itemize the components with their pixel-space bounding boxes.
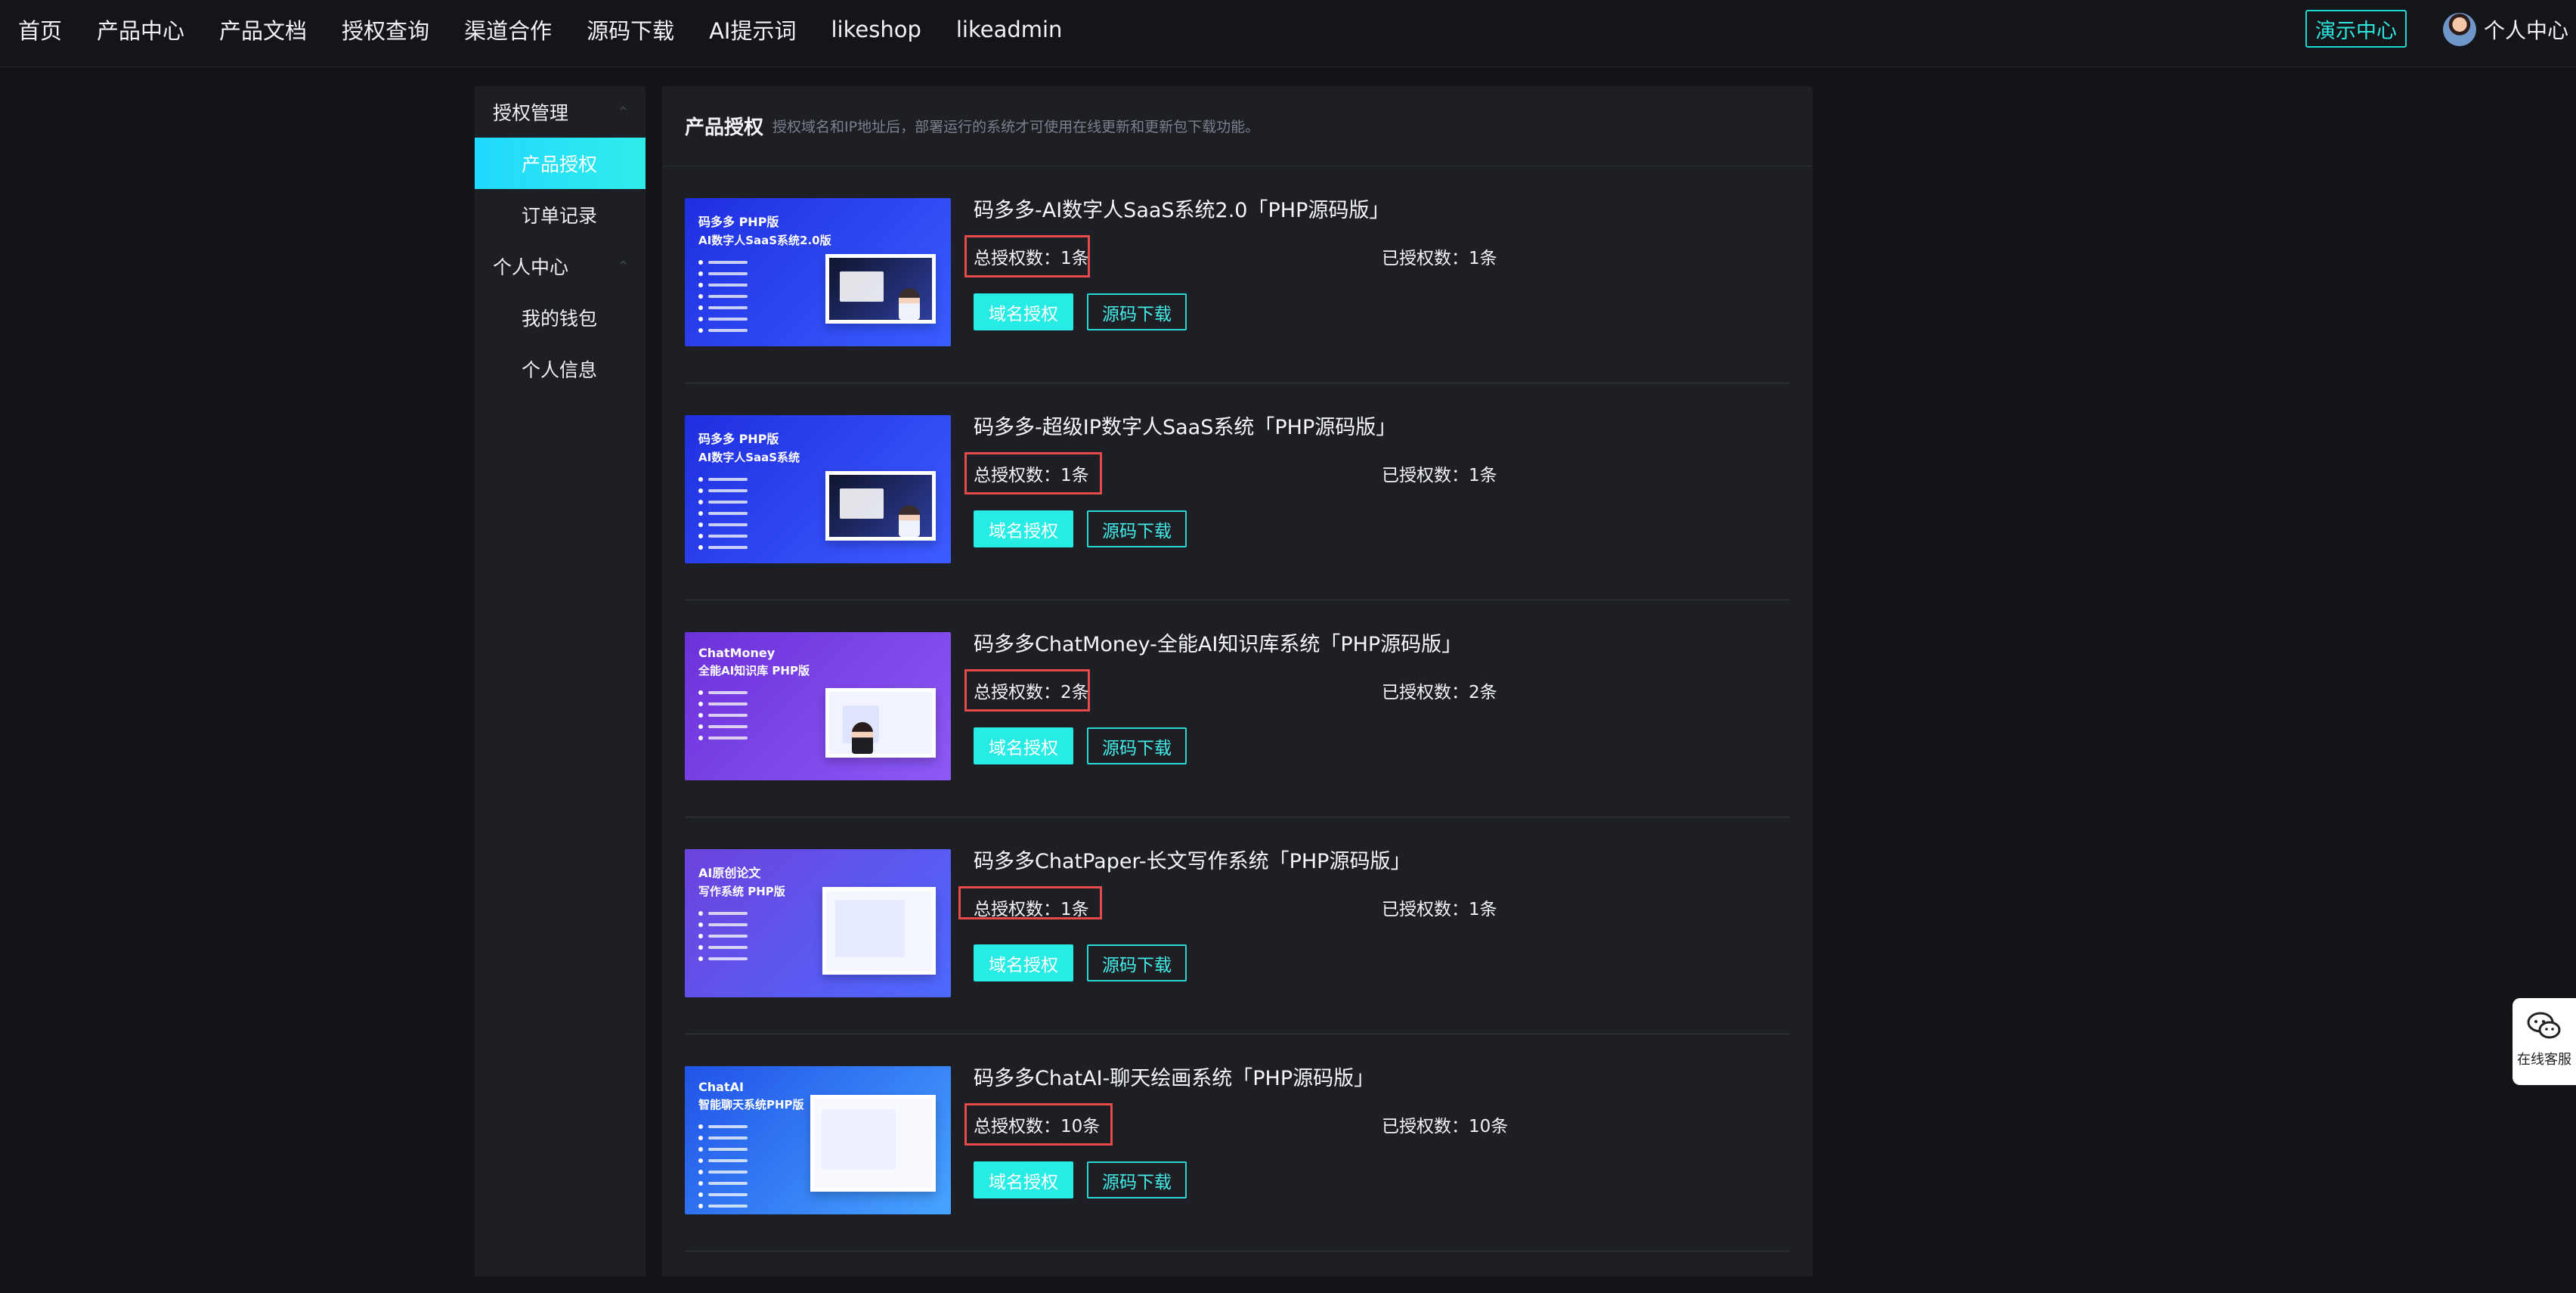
nav-product-docs[interactable]: 产品文档 xyxy=(219,14,307,45)
product-title: 码多多ChatAI-聊天绘画系统「PHP源码版」 xyxy=(974,1067,1375,1090)
domain-auth-button[interactable]: 域名授权 xyxy=(974,1161,1073,1198)
thumbnail-copy: AI原创论文 写作系统 PHP版 xyxy=(698,863,827,963)
thumbnail-feature-list xyxy=(698,688,827,743)
product-info: 码多多ChatAI-聊天绘画系统「PHP源码版」 总授权数：10条 已授权数：1… xyxy=(964,1034,1790,1251)
thumbnail-subtitle: AI数字人SaaS系统2.0版 xyxy=(698,234,831,247)
thumbnail-screen-mockup xyxy=(825,254,936,324)
total-auth-count: 总授权数：1条 xyxy=(974,900,1089,919)
sidebar-group-personal-center[interactable]: 个人中心 ⌃ xyxy=(475,240,646,292)
product-card: 码多多 PHP版 AI数字人SaaS系统2.0版 码多多-AI数字人SaaS系统… xyxy=(685,166,1790,383)
authorized-count: 已授权数：10条 xyxy=(1382,1117,1509,1136)
product-thumbnail[interactable]: ChatMoney 全能AI知识库 PHP版 xyxy=(685,632,951,780)
product-info: 码多多-超级IP数字人SaaS系统「PHP源码版」 总授权数：1条 已授权数：1… xyxy=(964,383,1790,600)
sidebar: 授权管理 ⌃ 产品授权 订单记录 个人中心 ⌃ 我的钱包 个人信息 xyxy=(475,86,646,1276)
thumbnail-screen-mockup xyxy=(825,688,936,758)
thumbnail-subtitle: 智能聊天系统PHP版 xyxy=(698,1098,804,1112)
source-download-button[interactable]: 源码下载 xyxy=(1087,510,1187,547)
nav-ai-prompts[interactable]: AI提示词 xyxy=(709,14,796,45)
thumbnail-copy: 码多多 PHP版 AI数字人SaaS系统2.0版 xyxy=(698,212,831,335)
thumbnail-feature-list xyxy=(698,258,827,335)
product-thumbnail[interactable]: 码多多 PHP版 AI数字人SaaS系统 xyxy=(685,415,951,563)
authorized-count: 已授权数：2条 xyxy=(1382,683,1497,702)
nav-license-query[interactable]: 授权查询 xyxy=(342,14,429,45)
product-thumbnail[interactable]: 码多多 PHP版 AI数字人SaaS系统2.0版 xyxy=(685,198,951,346)
sidebar-group-label: 授权管理 xyxy=(493,102,569,124)
top-navigation-bar: 首页 产品中心 产品文档 授权查询 渠道合作 源码下载 AI提示词 likesh… xyxy=(0,0,2576,67)
thumbnail-subtitle: AI数字人SaaS系统 xyxy=(698,451,800,464)
total-auth-count: 总授权数：10条 xyxy=(974,1117,1101,1136)
demo-center-button[interactable]: 演示中心 xyxy=(2305,10,2407,48)
nav-likeadmin[interactable]: likeadmin xyxy=(956,17,1063,42)
thumbnail-feature-list xyxy=(698,475,827,552)
source-download-button[interactable]: 源码下载 xyxy=(1087,727,1187,764)
user-center-menu[interactable]: 个人中心 xyxy=(2443,11,2568,48)
chevron-up-icon: ⌃ xyxy=(617,104,629,120)
thumbnail-screen-mockup xyxy=(825,471,936,541)
product-card: ChatAI 智能聊天系统PHP版 码多多ChatAI-聊天绘画系统「PHP源码… xyxy=(685,1034,1790,1251)
product-license-panel: 产品授权 授权域名和IP地址后，部署运行的系统才可使用在线更新和更新包下载功能。… xyxy=(662,86,1813,1276)
product-title: 码多多ChatMoney-全能AI知识库系统「PHP源码版」 xyxy=(974,633,1463,656)
thumbnail-brand: AI原创论文 xyxy=(698,866,761,880)
product-info: 码多多ChatMoney-全能AI知识库系统「PHP源码版」 总授权数：2条 已… xyxy=(964,600,1790,817)
thumbnail-brand: 码多多 PHP版 xyxy=(698,432,779,446)
sidebar-item-product-license[interactable]: 产品授权 xyxy=(475,138,646,189)
main-nav: 首页 产品中心 产品文档 授权查询 渠道合作 源码下载 AI提示词 likesh… xyxy=(0,0,1097,59)
sidebar-item-my-wallet[interactable]: 我的钱包 xyxy=(475,292,646,343)
page-description: 授权域名和IP地址后，部署运行的系统才可使用在线更新和更新包下载功能。 xyxy=(772,119,1260,135)
source-download-button[interactable]: 源码下载 xyxy=(1087,1161,1187,1198)
domain-auth-button[interactable]: 域名授权 xyxy=(974,727,1073,764)
thumbnail-subtitle: 全能AI知识库 PHP版 xyxy=(698,664,810,678)
product-thumbnail[interactable]: ChatAI 智能聊天系统PHP版 xyxy=(685,1066,951,1214)
total-auth-count: 总授权数：2条 xyxy=(974,683,1089,702)
wechat-icon xyxy=(2527,1012,2561,1039)
sidebar-group-label: 个人中心 xyxy=(493,256,569,278)
thumbnail-brand: ChatMoney xyxy=(698,646,776,660)
thumbnail-copy: 码多多 PHP版 AI数字人SaaS系统 xyxy=(698,429,827,552)
thumbnail-subtitle: 写作系统 PHP版 xyxy=(698,885,785,898)
source-download-button[interactable]: 源码下载 xyxy=(1087,944,1187,981)
nav-likeshop[interactable]: likeshop xyxy=(831,17,921,42)
thumbnail-feature-list xyxy=(698,909,827,963)
authorized-count: 已授权数：1条 xyxy=(1382,466,1497,485)
thumbnail-screen-mockup xyxy=(810,1095,936,1192)
nav-home[interactable]: 首页 xyxy=(18,14,62,45)
product-title: 码多多-超级IP数字人SaaS系统「PHP源码版」 xyxy=(974,416,1397,439)
thumbnail-feature-list xyxy=(698,1122,827,1211)
authorized-count: 已授权数：1条 xyxy=(1382,249,1497,268)
product-info: 码多多-AI数字人SaaS系统2.0「PHP源码版」 总授权数：1条 已授权数：… xyxy=(964,166,1790,383)
sidebar-group-license-management[interactable]: 授权管理 ⌃ xyxy=(475,86,646,138)
domain-auth-button[interactable]: 域名授权 xyxy=(974,944,1073,981)
chevron-up-icon: ⌃ xyxy=(617,258,629,274)
product-card: 码多多 PHP版 AI数字人SaaS系统 码多多-超级IP数字人SaaS系统「P… xyxy=(685,383,1790,600)
panel-header: 产品授权 授权域名和IP地址后，部署运行的系统才可使用在线更新和更新包下载功能。 xyxy=(662,86,1813,166)
product-info: 码多多ChatPaper-长文写作系统「PHP源码版」 总授权数：1条 已授权数… xyxy=(958,817,1790,1034)
source-download-button[interactable]: 源码下载 xyxy=(1087,293,1187,330)
nav-channel-partnership[interactable]: 渠道合作 xyxy=(464,14,552,45)
thumbnail-screen-mockup xyxy=(822,887,936,975)
sidebar-item-personal-info[interactable]: 个人信息 xyxy=(475,343,646,395)
domain-auth-button[interactable]: 域名授权 xyxy=(974,293,1073,330)
thumbnail-copy: ChatAI 智能聊天系统PHP版 xyxy=(698,1080,827,1211)
product-title: 码多多-AI数字人SaaS系统2.0「PHP源码版」 xyxy=(974,199,1390,222)
thumbnail-copy: ChatMoney 全能AI知识库 PHP版 xyxy=(698,646,827,743)
authorized-count: 已授权数：1条 xyxy=(1382,900,1497,919)
total-auth-count: 总授权数：1条 xyxy=(974,466,1089,485)
online-customer-service[interactable]: 在线客服 xyxy=(2513,998,2576,1085)
user-center-label[interactable]: 个人中心 xyxy=(2484,14,2568,45)
nav-source-download[interactable]: 源码下载 xyxy=(587,14,674,45)
service-label: 在线客服 xyxy=(2517,1052,2571,1068)
total-auth-count: 总授权数：1条 xyxy=(974,249,1089,268)
product-thumbnail[interactable]: AI原创论文 写作系统 PHP版 xyxy=(685,849,951,997)
product-title: 码多多ChatPaper-长文写作系统「PHP源码版」 xyxy=(974,850,1411,873)
product-card: ChatMoney 全能AI知识库 PHP版 码多多ChatMoney-全能AI… xyxy=(685,600,1790,817)
avatar[interactable] xyxy=(2443,13,2476,46)
thumbnail-brand: 码多多 PHP版 xyxy=(698,215,779,229)
domain-auth-button[interactable]: 域名授权 xyxy=(974,510,1073,547)
thumbnail-brand: ChatAI xyxy=(698,1080,744,1094)
page-title: 产品授权 xyxy=(685,116,764,139)
product-card: AI原创论文 写作系统 PHP版 码多多ChatPaper-长文写作系统「PHP… xyxy=(685,817,1790,1034)
sidebar-item-order-records[interactable]: 订单记录 xyxy=(475,189,646,240)
nav-product-center[interactable]: 产品中心 xyxy=(97,14,184,45)
